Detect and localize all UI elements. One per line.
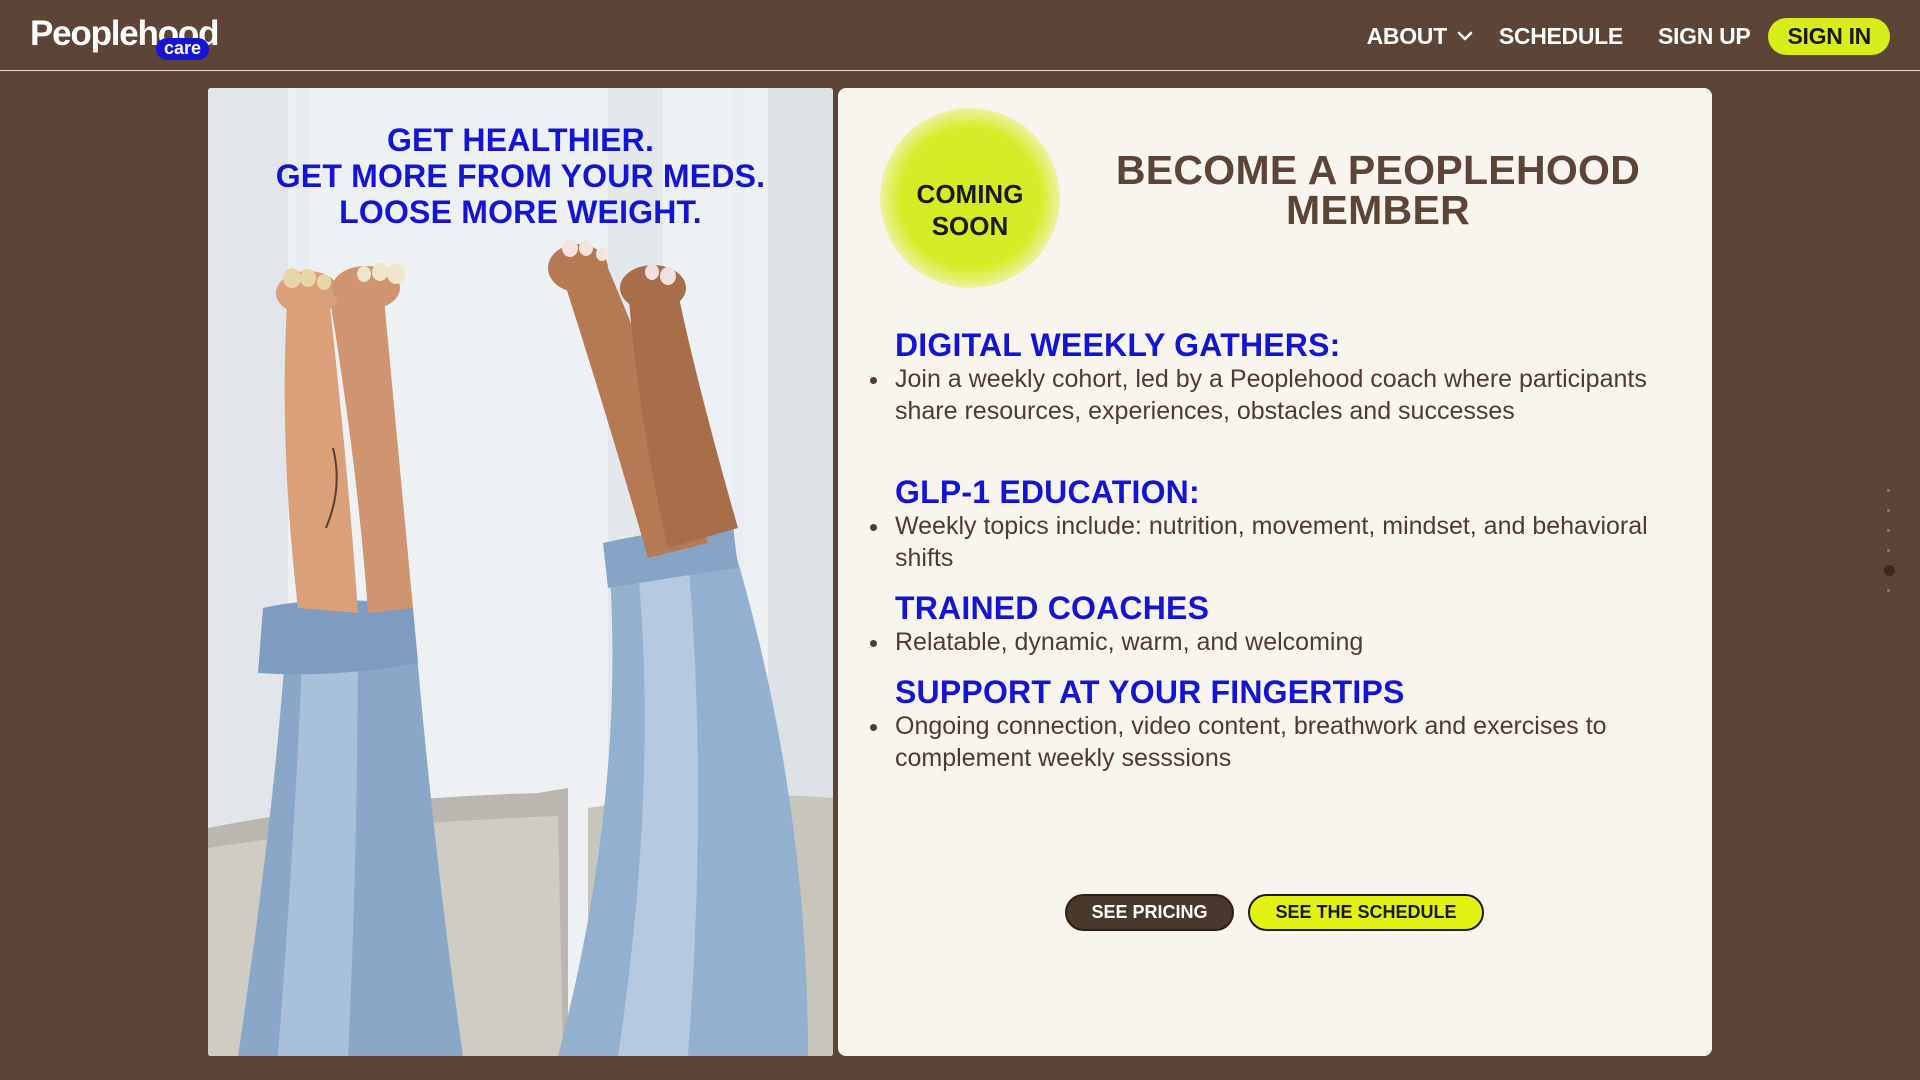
feature-heading: DIGITAL WEEKLY GATHERS: [895,327,1341,363]
see-pricing-button[interactable]: SEE PRICING [1065,894,1234,931]
hero-line-2: GET MORE FROM YOUR MEDS. [275,158,766,194]
scroll-dot[interactable] [1887,489,1890,492]
feature-heading: TRAINED COACHES [895,590,1210,626]
feature-text: Weekly topics include: nutrition, moveme… [870,510,1683,574]
card-title: BECOME A PEOPLEHOOD MEMBER [1088,147,1668,233]
main-nav: ABOUT SCHEDULE SIGN UP SIGN IN [1367,16,1890,56]
nav-about-label: ABOUT [1366,22,1448,49]
card-title-line-1: BECOME A PEOPLEHOOD [1115,147,1641,193]
membership-card: COMING SOON BECOME A PEOPLEHOOD MEMBER D… [838,88,1712,1056]
card-title-line-2: MEMBER [1285,187,1471,233]
scroll-dot[interactable] [1887,589,1890,592]
logo-care-tag: care [156,38,210,60]
nav-signup-link[interactable]: SIGN UP [1658,23,1751,50]
hero-photo: GET HEALTHIER. GET MORE FROM YOUR MEDS. … [208,88,833,1056]
scroll-dot[interactable] [1887,549,1890,552]
nav-about-dropdown[interactable]: ABOUT [1367,23,1474,50]
feature-heading: SUPPORT AT YOUR FINGERTIPS [895,674,1405,710]
feature-item: GLP-1 EDUCATION: Weekly topics include: … [870,474,1683,574]
chevron-down-icon [1457,31,1473,41]
hero-line-1: GET HEALTHIER. [386,122,655,158]
feature-text: Ongoing connection, video content, breat… [870,710,1683,774]
scroll-dot[interactable] [1887,529,1890,532]
nav-schedule-link[interactable]: SCHEDULE [1499,23,1623,50]
badge-line-2: SOON [931,211,1009,241]
feature-item: SUPPORT AT YOUR FINGERTIPS Ongoing conne… [870,674,1683,774]
sign-in-button[interactable]: SIGN IN [1768,17,1890,55]
hero-heading: GET HEALTHIER. GET MORE FROM YOUR MEDS. … [208,122,833,230]
scroll-dot[interactable] [1887,509,1890,512]
scroll-dot-active[interactable] [1884,565,1895,576]
feature-text: Relatable, dynamic, warm, and welcoming [870,626,1683,658]
hero-line-3: LOOSE MORE WEIGHT. [339,194,702,230]
feature-text: Join a weekly cohort, led by a Peoplehoo… [870,363,1683,427]
peoplehood-care-logo[interactable]: Peoplehood care [30,14,230,64]
badge-line-1: COMING [916,179,1024,209]
feature-item: DIGITAL WEEKLY GATHERS: Join a weekly co… [870,327,1683,427]
see-schedule-button[interactable]: SEE THE SCHEDULE [1248,894,1484,931]
legs-illustration [208,88,833,1056]
site-header: Peoplehood care ABOUT SCHEDULE SIGN UP S… [0,0,1920,71]
coming-soon-badge: COMING SOON [880,108,1060,288]
feature-heading: GLP-1 EDUCATION: [895,474,1200,510]
feature-item: TRAINED COACHES Relatable, dynamic, warm… [870,590,1683,658]
section-scroll-nav [1884,485,1896,595]
